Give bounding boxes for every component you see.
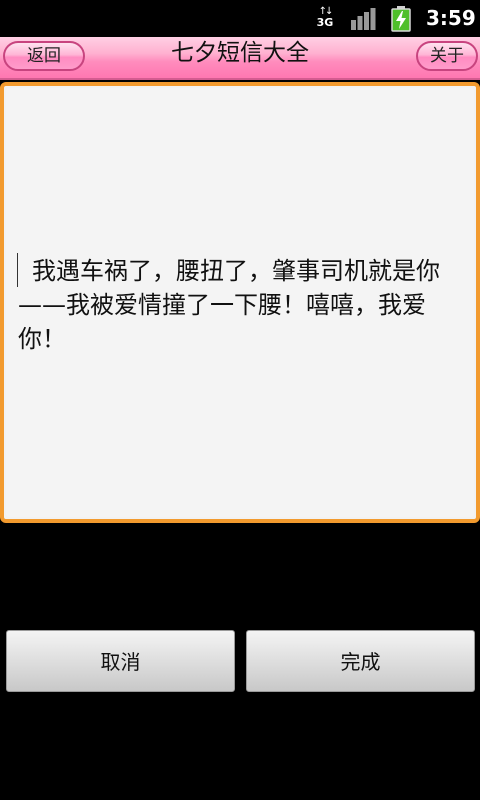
network-type-label: 3G (316, 16, 334, 29)
about-button[interactable]: 关于 (416, 41, 478, 71)
network-3g-icon: ↑↓ 3G (316, 7, 334, 31)
title-bar: 返回 七夕短信大全 关于 (0, 37, 480, 80)
status-bar: ↑↓ 3G 3:59 (0, 0, 480, 37)
battery-charging-icon (391, 6, 411, 32)
back-button[interactable]: 返回 (3, 41, 85, 71)
status-clock: 3:59 (426, 6, 476, 30)
cancel-button[interactable]: 取消 (6, 630, 235, 692)
page-title: 七夕短信大全 (171, 40, 309, 66)
done-button[interactable]: 完成 (246, 630, 475, 692)
message-text: 我遇车祸了，腰扭了，肇事司机就是你——我被爱情撞了一下腰！嘻嘻，我爱你！ (18, 257, 440, 353)
signal-strength-icon (351, 8, 376, 30)
